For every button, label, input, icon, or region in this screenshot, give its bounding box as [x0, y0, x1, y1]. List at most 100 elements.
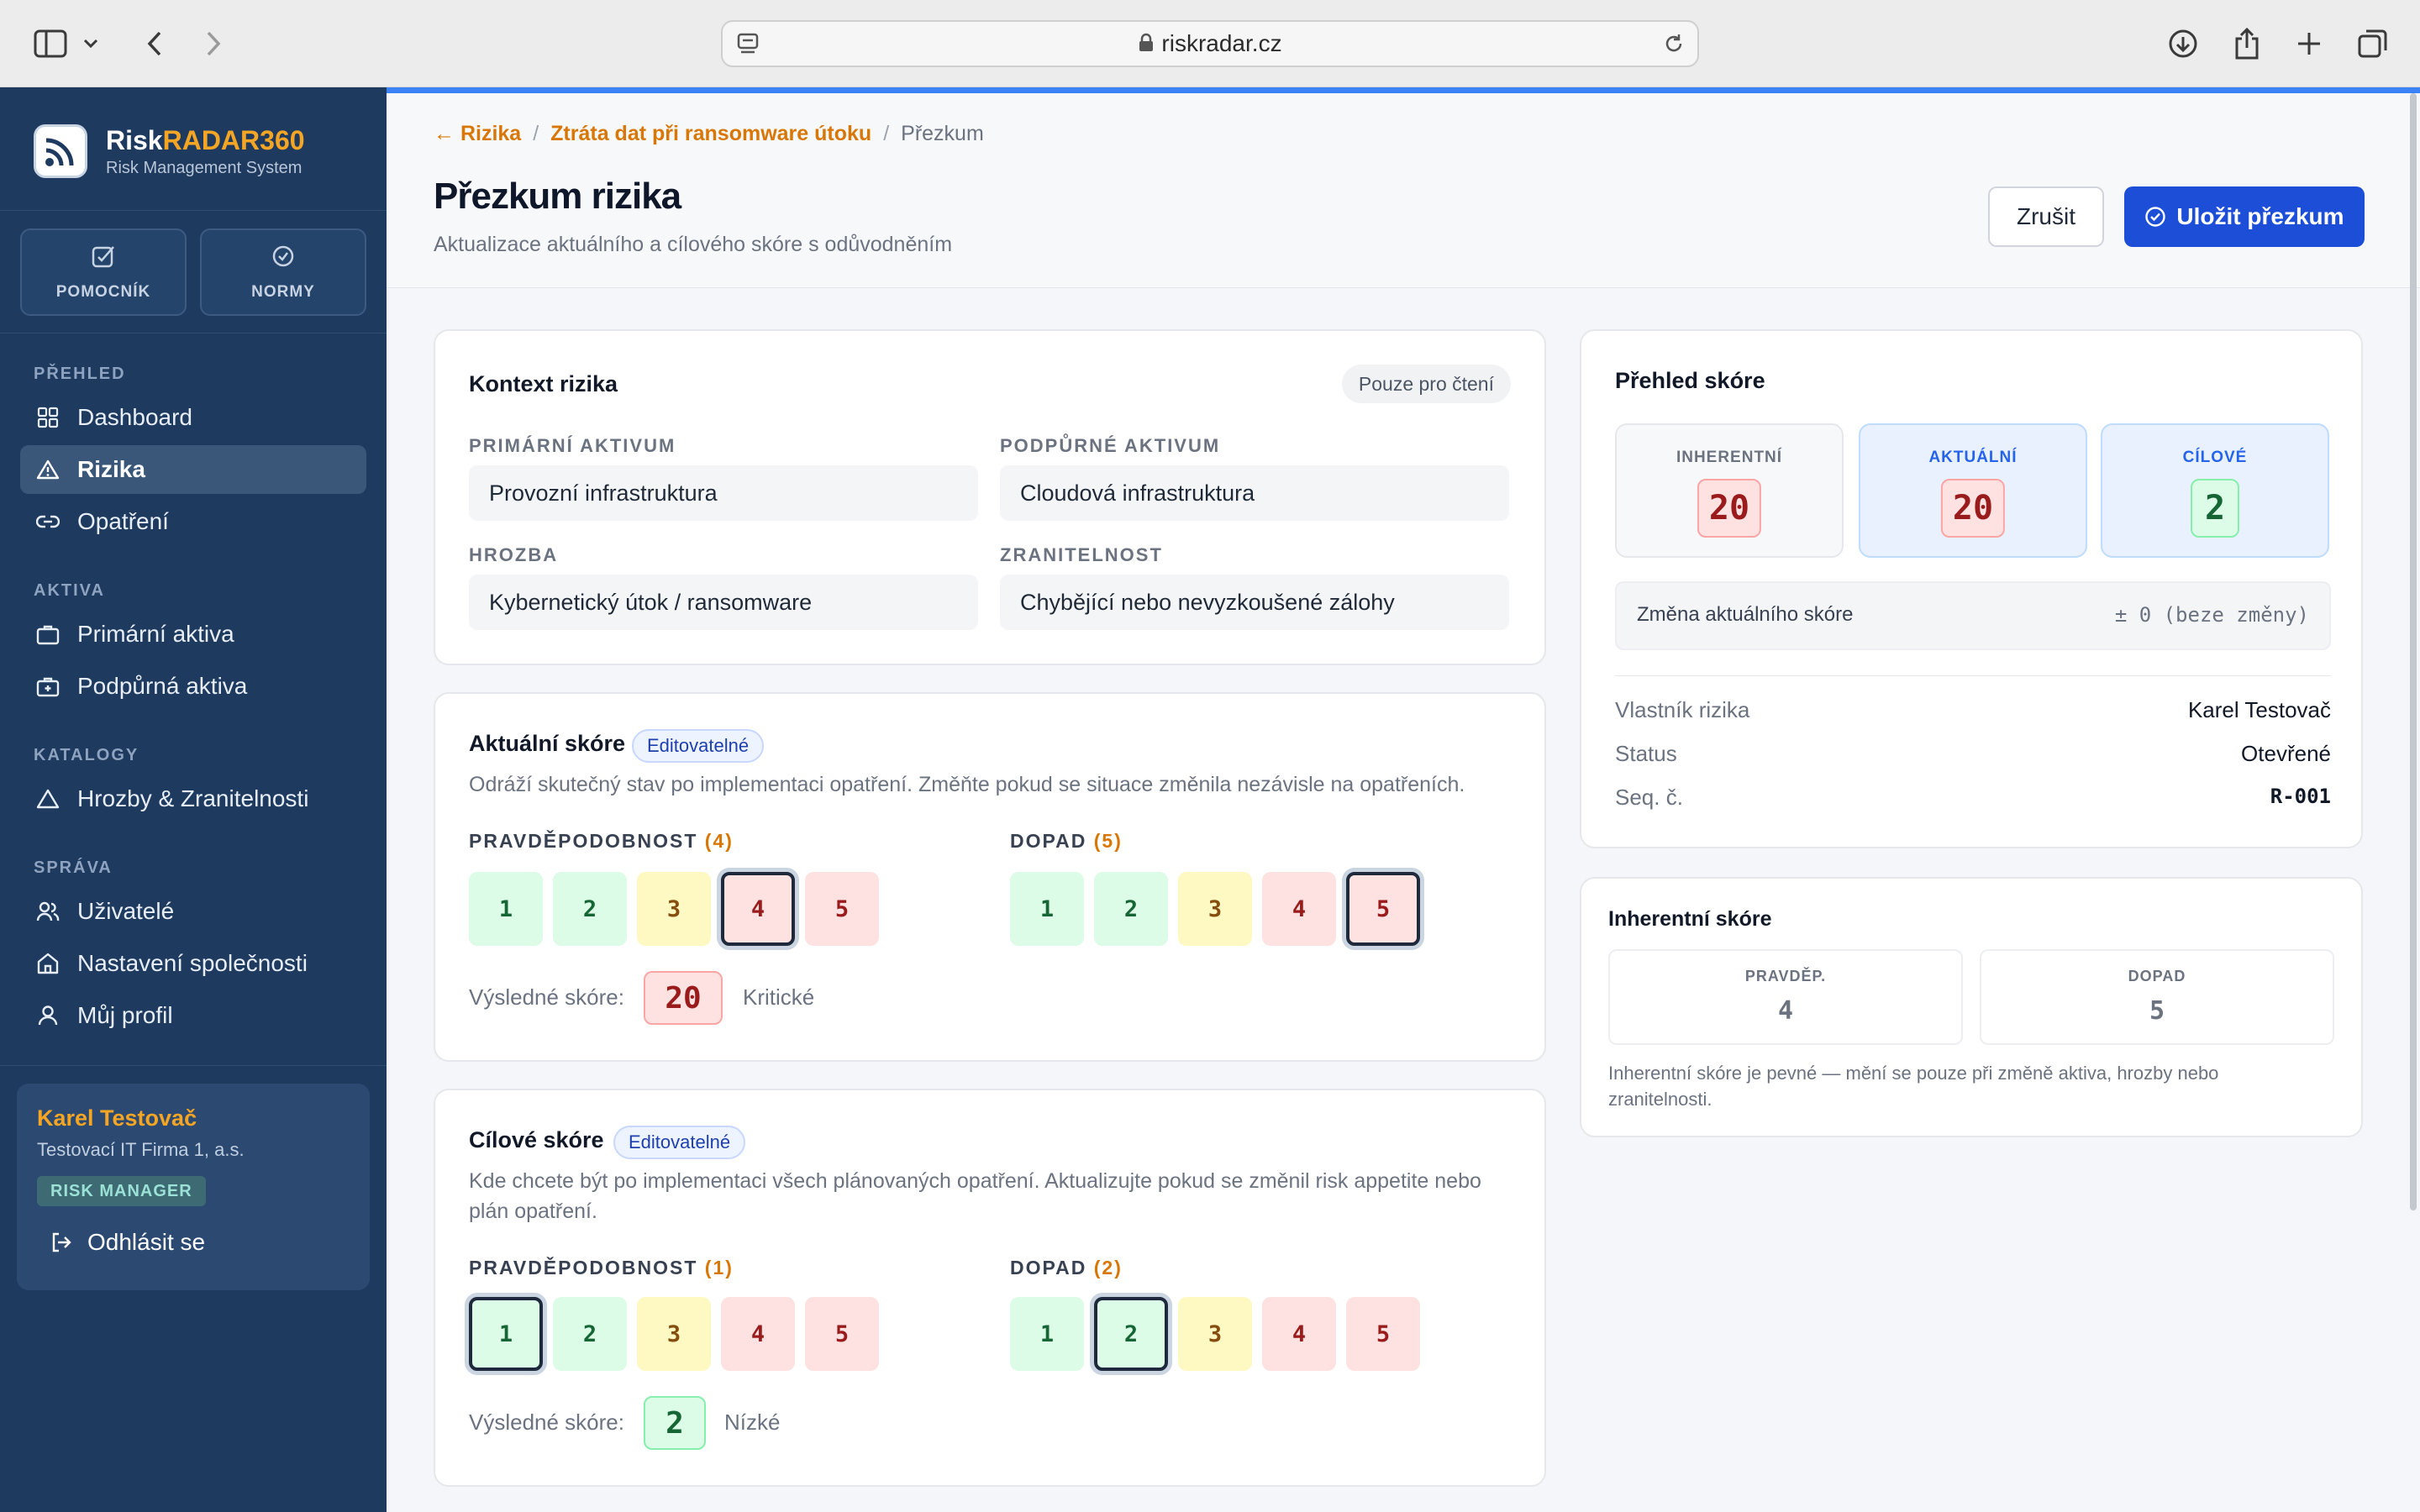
sidebar-item-label: Podpůrná aktiva — [77, 673, 248, 699]
inherent-score-value: 20 — [1697, 479, 1762, 538]
assistant-label: POMOCNÍK — [55, 282, 151, 301]
impact-option-2[interactable]: 2 — [1094, 1297, 1168, 1371]
breadcrumb-risks-link[interactable]: ← Rizika — [434, 122, 521, 146]
impact-option-3[interactable]: 3 — [1178, 1297, 1252, 1371]
divider — [1615, 675, 2331, 676]
sidebar-item-users[interactable]: Uživatelé — [20, 887, 366, 936]
score-overview-card: Přehled skóre INHERENTNÍ 20 AKTUÁLNÍ 20 … — [1580, 329, 2363, 848]
probability-option-1[interactable]: 1 — [469, 1297, 543, 1371]
target-result-score: 2 — [644, 1396, 706, 1450]
primary-asset-value: Provozní infrastruktura — [469, 465, 978, 521]
sidebar-toggle-icon[interactable] — [27, 20, 74, 67]
threat-value: Kybernetický útok / ransomware — [469, 575, 978, 630]
result-label: Výsledné skóre: — [469, 1410, 624, 1435]
sidebar-item-label: Rizika — [77, 456, 145, 482]
field-label: HROZBA — [469, 544, 559, 565]
sidebar-item-profile[interactable]: Můj profil — [20, 991, 366, 1040]
sidebar-item-company-settings[interactable]: Nastavení společnosti — [20, 939, 366, 988]
probability-option-1[interactable]: 1 — [469, 872, 543, 946]
probability-option-2[interactable]: 2 — [553, 1297, 627, 1371]
warning-icon — [35, 457, 60, 482]
assistant-button[interactable]: POMOCNÍK — [20, 228, 187, 316]
sidebar-item-label: Hrozby & Zranitelnosti — [77, 785, 309, 811]
chevron-down-icon[interactable] — [76, 20, 106, 67]
section-overview: PŘEHLED — [34, 365, 126, 383]
score-change-row: Změna aktuálního skóre ± 0 (beze změny) — [1615, 581, 2331, 650]
reload-icon[interactable] — [1662, 32, 1686, 60]
role-badge: RISK MANAGER — [37, 1176, 206, 1206]
probability-option-4[interactable]: 4 — [721, 872, 795, 946]
impact-option-4[interactable]: 4 — [1262, 1297, 1336, 1371]
address-bar[interactable]: riskradar.cz — [721, 20, 1699, 67]
score-change-label: Změna aktuálního skóre — [1637, 603, 1854, 626]
page-title: Přezkum rizika — [434, 176, 681, 217]
warning-icon — [35, 786, 60, 811]
current-result-score: 20 — [644, 971, 723, 1025]
meta-row-seq: Seq. č. R-001 — [1615, 785, 2331, 810]
probability-option-2[interactable]: 2 — [553, 872, 627, 946]
sidebar-item-threats[interactable]: Hrozby & Zranitelnosti — [20, 774, 366, 823]
card-title: Cílové skóre — [469, 1127, 604, 1152]
sidebar-item-label: Uživatelé — [77, 898, 175, 924]
impact-option-2[interactable]: 2 — [1094, 872, 1168, 946]
link-icon — [35, 509, 60, 534]
read-only-badge: Pouze pro čtení — [1341, 365, 1511, 403]
breadcrumb-risk-link[interactable]: Ztráta dat při ransomware útoku — [550, 122, 871, 146]
page-load-progress — [387, 87, 2420, 93]
sidebar-item-primary-assets[interactable]: Primární aktiva — [20, 610, 366, 659]
check-circle-icon — [271, 244, 296, 273]
sidebar-item-risks[interactable]: Rizika — [20, 445, 366, 494]
editable-badge: Editovatelné — [613, 1126, 746, 1159]
inherent-impact-tile: DOPAD 5 — [1980, 949, 2334, 1045]
current-score-card: Aktuální skóre Editovatelné Odráží skute… — [434, 692, 1546, 1062]
users-icon — [35, 899, 60, 924]
impact-option-5[interactable]: 5 — [1346, 1297, 1420, 1371]
share-icon[interactable] — [2223, 20, 2270, 67]
tabs-overview-icon[interactable] — [2349, 20, 2396, 67]
breadcrumb: ← Rizika / Ztráta dat při ransomware úto… — [434, 122, 984, 146]
probability-option-4[interactable]: 4 — [721, 1297, 795, 1371]
target-score-card: Cílové skóre Editovatelné Kde chcete být… — [434, 1089, 1546, 1487]
probability-option-3[interactable]: 3 — [637, 872, 711, 946]
tile-label: DOPAD — [2128, 968, 2186, 984]
impact-option-5[interactable]: 5 — [1346, 872, 1420, 946]
standards-label: NORMY — [251, 282, 315, 301]
back-icon[interactable] — [131, 20, 178, 67]
impact-option-4[interactable]: 4 — [1262, 872, 1336, 946]
card-title: Přehled skóre — [1615, 368, 1765, 393]
probability-option-5[interactable]: 5 — [805, 872, 879, 946]
target-score-tile: CÍLOVÉ 2 — [2101, 423, 2329, 558]
sidebar-item-label: Dashboard — [77, 404, 192, 430]
forward-icon[interactable] — [190, 20, 237, 67]
impact-option-1[interactable]: 1 — [1010, 872, 1084, 946]
download-icon[interactable] — [2160, 20, 2207, 67]
editable-badge: Editovatelné — [632, 729, 765, 763]
probability-option-5[interactable]: 5 — [805, 1297, 879, 1371]
standards-button[interactable]: NORMY — [200, 228, 366, 316]
current-result-level: Kritické — [743, 984, 815, 1010]
browser-toolbar: riskradar.cz — [0, 0, 2420, 87]
result-label: Výsledné skóre: — [469, 984, 624, 1010]
new-tab-icon[interactable] — [2286, 20, 2333, 67]
probability-option-3[interactable]: 3 — [637, 1297, 711, 1371]
logout-button[interactable]: Odhlásit se — [50, 1221, 205, 1263]
sidebar-item-measures[interactable]: Opatření — [20, 497, 366, 546]
sidebar-item-supporting-assets[interactable]: Podpůrná aktiva — [20, 662, 366, 711]
brand[interactable]: RiskRADAR360 Risk Management System — [34, 124, 305, 178]
brand-subtitle: Risk Management System — [106, 158, 302, 177]
sidebar-item-label: Opatření — [77, 508, 169, 534]
impact-option-1[interactable]: 1 — [1010, 1297, 1084, 1371]
field-label: PRIMÁRNÍ AKTIVUM — [469, 435, 676, 456]
supporting-asset-value: Cloudová infrastruktura — [1000, 465, 1509, 521]
save-review-button[interactable]: Uložit přezkum — [2124, 186, 2365, 247]
tile-label: AKTUÁLNÍ — [1928, 449, 2018, 466]
user-name: Karel Testovač — [37, 1105, 197, 1131]
page-scrollbar[interactable] — [2410, 93, 2417, 1210]
impact-option-3[interactable]: 3 — [1178, 872, 1252, 946]
section-assets: AKTIVA — [34, 581, 105, 600]
sidebar-item-dashboard[interactable]: Dashboard — [20, 393, 366, 442]
cancel-button[interactable]: Zrušit — [1988, 186, 2104, 247]
probability-label: PRAVDĚPODOBNOST (4) — [469, 830, 734, 852]
logout-icon — [50, 1231, 72, 1253]
current-score-value: 20 — [1940, 479, 2006, 538]
